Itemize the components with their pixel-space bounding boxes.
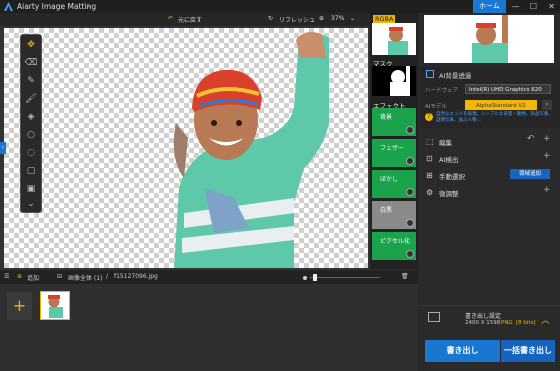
refresh-icon[interactable]: ↻ bbox=[268, 15, 273, 22]
all-images-label[interactable]: 画像全体 (1) bbox=[68, 273, 102, 282]
ai-detect-icon: ⊡ bbox=[426, 154, 433, 163]
slider-handle[interactable] bbox=[313, 274, 317, 281]
add-ai-detect-icon[interactable]: + bbox=[543, 151, 551, 161]
export-bits: [8 bits] bbox=[516, 320, 536, 326]
export-settings-label[interactable]: 書き出し設定 bbox=[465, 311, 501, 320]
add-fine-tune-icon[interactable]: + bbox=[543, 185, 551, 195]
undo-icon[interactable]: ↶ bbox=[168, 15, 173, 22]
effect-pixelate[interactable]: ピクセル化 bbox=[372, 232, 416, 260]
zoom-chevron-icon[interactable]: ⌄ bbox=[350, 15, 355, 22]
minimize-button[interactable]: — bbox=[507, 0, 524, 13]
hardware-select[interactable]: Intel(R) UHD Graphics 620 bbox=[465, 84, 551, 94]
undo-button[interactable]: 元に戻す bbox=[178, 15, 202, 24]
fine-tune-icon: ⚙ bbox=[426, 188, 434, 197]
fine-tune-label: 微調整 bbox=[439, 190, 459, 198]
effect-blur-label: ぼかし bbox=[380, 176, 399, 183]
menu-icon[interactable]: ☰ bbox=[4, 273, 9, 280]
circle-select-icon[interactable]: ○ bbox=[23, 128, 39, 142]
home-button[interactable]: ホーム bbox=[473, 0, 506, 13]
rect-select-icon[interactable]: ▢ bbox=[23, 164, 39, 178]
thumbnail-size-dot-icon bbox=[303, 276, 307, 280]
image-list-icon: ⊟ bbox=[57, 273, 63, 280]
help-icon[interactable]: ? bbox=[425, 113, 433, 121]
area-add-button[interactable]: 領域追加 bbox=[510, 169, 550, 179]
export-size: 2400 X 1598 bbox=[465, 320, 501, 326]
batch-export-button[interactable]: 一括書き出し bbox=[501, 340, 555, 362]
rgba-label: RGBA bbox=[373, 15, 396, 23]
close-button[interactable]: ✕ bbox=[543, 0, 560, 13]
effect-feather-label: フェザー bbox=[380, 145, 405, 152]
effect-toggle-icon[interactable] bbox=[406, 188, 414, 196]
app-logo-icon bbox=[4, 2, 13, 11]
export-settings-icon[interactable] bbox=[428, 312, 440, 322]
effect-toggle-icon[interactable] bbox=[406, 219, 414, 227]
export-format: PNG bbox=[501, 320, 513, 326]
panel-collapse-toggle[interactable]: › bbox=[0, 142, 6, 154]
divider: / bbox=[106, 273, 109, 280]
effect-toggle-icon[interactable] bbox=[406, 126, 414, 134]
lasso-icon[interactable]: ◌ bbox=[23, 146, 39, 160]
thumbnail-size-slider[interactable] bbox=[310, 277, 380, 278]
ai-detect-label: AI検出 bbox=[439, 156, 459, 164]
mask-thumb[interactable] bbox=[372, 66, 416, 96]
effect-monochrome-label: 白黒 bbox=[380, 207, 393, 214]
model-info-icon[interactable]: › bbox=[542, 100, 552, 110]
effect-background-label: 背景 bbox=[380, 114, 393, 121]
rgba-thumb[interactable] bbox=[372, 23, 416, 55]
effect-background[interactable]: 背景 bbox=[372, 108, 416, 136]
ai-model-label: AIモデル bbox=[425, 104, 447, 110]
edit-icon: ⬚ bbox=[426, 137, 434, 146]
maximize-button[interactable]: ☐ bbox=[525, 0, 542, 13]
ai-bg-icon bbox=[426, 70, 434, 78]
image-canvas[interactable] bbox=[4, 28, 368, 268]
export-button[interactable]: 書き出し bbox=[425, 340, 500, 362]
add-image-tile[interactable]: + bbox=[7, 292, 32, 320]
zoom-icon[interactable]: ⊕ bbox=[319, 15, 324, 22]
effect-blur[interactable]: ぼかし bbox=[372, 170, 416, 198]
collapse-icon[interactable]: ︿ bbox=[541, 313, 550, 326]
app-title: Aiarty Image Matting bbox=[17, 2, 97, 11]
model-description: 自然なエッジを再現。シンプルな背景・動物、商品写真、証明写真、並ぶ人物... bbox=[436, 112, 553, 123]
more-tools-icon[interactable]: ⌄ bbox=[23, 197, 39, 211]
pen-icon[interactable]: ✎ bbox=[23, 74, 39, 88]
manual-select-icon: ⊞ bbox=[426, 171, 433, 180]
reset-icon[interactable]: ↶ bbox=[527, 134, 535, 144]
trash-icon[interactable]: 🗑 bbox=[401, 273, 409, 280]
add-edit-icon[interactable]: + bbox=[543, 134, 551, 144]
subject-image bbox=[173, 32, 329, 268]
chevron-down-icon[interactable]: ⌄ bbox=[86, 1, 92, 9]
effect-pixelate-label: ピクセル化 bbox=[380, 238, 411, 245]
zoom-level[interactable]: 37% bbox=[331, 15, 344, 22]
add-circle-icon[interactable]: ⊕ bbox=[17, 273, 22, 280]
box-select-icon[interactable]: ▣ bbox=[23, 182, 39, 196]
edit-label: 編集 bbox=[439, 139, 452, 147]
effect-feather[interactable]: フェザー bbox=[372, 139, 416, 167]
result-preview bbox=[424, 15, 554, 63]
divider bbox=[420, 305, 560, 306]
effect-toggle-icon[interactable] bbox=[406, 157, 414, 165]
current-filename: f15127096.jpg bbox=[114, 273, 158, 280]
eraser-icon[interactable]: ⌫ bbox=[23, 56, 39, 70]
ai-bg-label: AI背景透過 bbox=[439, 72, 472, 80]
add-label[interactable]: 追加 bbox=[27, 273, 39, 282]
move-icon[interactable]: ✥ bbox=[23, 38, 39, 52]
hardware-label: ハードウェア bbox=[425, 88, 459, 94]
fill-bucket-icon[interactable]: ◈ bbox=[23, 110, 39, 124]
tool-panel: ✥ ⌫ ✎ 🖌 ◈ ○ ◌ ▢ ▣ ⌄ bbox=[20, 34, 42, 213]
refresh-button[interactable]: リフレッシュ bbox=[279, 15, 315, 24]
effect-monochrome[interactable]: 白黒 bbox=[372, 201, 416, 229]
ai-model-select[interactable]: AlphaStandard V2 bbox=[465, 100, 537, 110]
image-thumbnail[interactable] bbox=[40, 291, 70, 320]
effect-toggle-icon[interactable] bbox=[406, 250, 414, 258]
brush-icon[interactable]: 🖌 bbox=[23, 92, 39, 106]
